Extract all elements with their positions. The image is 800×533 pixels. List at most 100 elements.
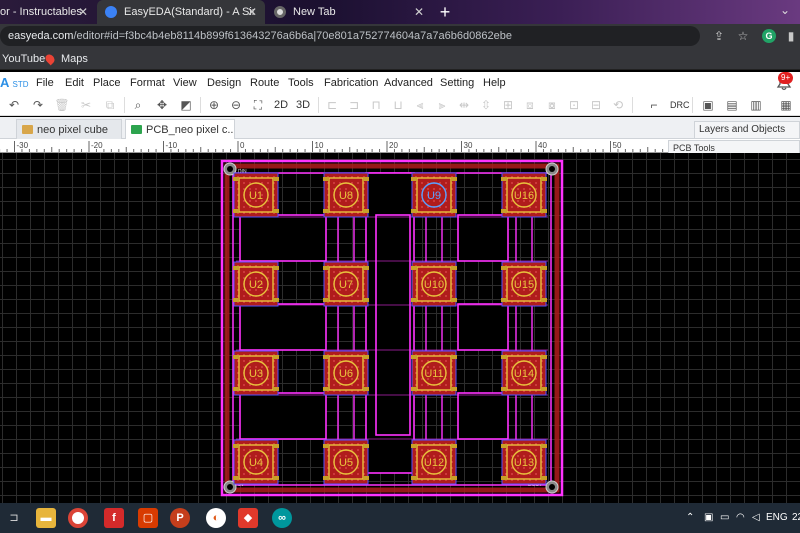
doc-tab-schematic[interactable]: neo pixel cube	[16, 119, 122, 139]
align-left-icon[interactable]: ⊏	[324, 97, 340, 113]
doc-tab-pcb[interactable]: PCB_neo pixel c...	[125, 119, 235, 139]
menu-tools[interactable]: Tools	[288, 72, 314, 94]
search-icon[interactable]: ⌕	[130, 97, 146, 113]
align-center-h-icon[interactable]: ⫷	[412, 97, 428, 113]
align-center-v-icon[interactable]: ⫸	[434, 97, 450, 113]
extensions-icon[interactable]: ▮	[784, 29, 798, 43]
bom-icon[interactable]: ▣	[700, 97, 716, 113]
task-view-icon[interactable]: ⊐	[4, 508, 24, 528]
component-u10[interactable]: U10	[411, 261, 457, 307]
menu-setting[interactable]: Setting	[440, 72, 474, 94]
chrome-icon[interactable]	[68, 508, 88, 528]
copper-dot	[445, 360, 447, 362]
menu-view[interactable]: View	[173, 72, 197, 94]
pcb-canvas[interactable]: DIN 5V DOUT U1 U8 U9 U16 U2 U7 U10 U15 U3 U6 U11 U14 U4…	[0, 153, 800, 503]
group-icon[interactable]: ⊡	[566, 97, 582, 113]
component-u2[interactable]: U2	[233, 261, 279, 307]
send-back-icon[interactable]: ⧇	[544, 97, 560, 113]
component-u16[interactable]: U16	[501, 172, 547, 218]
bring-front-icon[interactable]: ⧈	[522, 97, 538, 113]
redo-icon[interactable]: ↷	[30, 97, 46, 113]
distribute-v-icon[interactable]: ⇳	[478, 97, 494, 113]
component-u1[interactable]: U1	[233, 172, 279, 218]
component-u3[interactable]: U3	[233, 350, 279, 396]
copper-dot	[243, 206, 245, 208]
zoom-out-icon[interactable]: ⊖	[228, 97, 244, 113]
app-icon[interactable]: ◐	[206, 508, 226, 528]
fit-view-icon[interactable]: ⛶	[250, 97, 266, 113]
camera-icon[interactable]: ▣	[704, 512, 713, 524]
pcb-board[interactable]: DIN5V DOUTU1 U8 U9 U16U2 U7 U10 U15U3 U6 U11 U14U4…	[0, 153, 800, 503]
close-icon[interactable]: ✕	[78, 0, 88, 24]
menu-edit[interactable]: Edit	[65, 72, 84, 94]
browser-tab-instructables[interactable]: or - Instructables ✕	[0, 0, 96, 24]
rotate-icon[interactable]: ⟲	[610, 97, 626, 113]
bookmark-maps[interactable]: Maps	[43, 48, 88, 70]
align-grid-icon[interactable]: ⊞	[500, 97, 516, 113]
bookmark-youtube[interactable]: YouTube	[2, 48, 45, 70]
menu-route[interactable]: Route	[250, 72, 279, 94]
grammarly-extension-icon[interactable]: G	[762, 29, 776, 43]
clock[interactable]: 22	[792, 512, 800, 524]
volume-icon[interactable]: ◁	[752, 512, 760, 524]
menu-file[interactable]: File	[36, 72, 54, 94]
zoom-in-icon[interactable]: ⊕	[206, 97, 222, 113]
menu-design[interactable]: Design	[207, 72, 241, 94]
close-icon[interactable]: ✕	[414, 0, 424, 24]
component-u5[interactable]: U5	[323, 439, 369, 485]
fabrication-icon[interactable]: ▥	[748, 97, 764, 113]
browser-tab-new-tab[interactable]: New Tab ✕	[266, 0, 432, 24]
component-u11[interactable]: U11	[411, 350, 457, 396]
url-field[interactable]: easyeda.com/editor#id=f3bc4b4eb8114b899f…	[0, 26, 700, 46]
ungroup-icon[interactable]: ⊟	[588, 97, 604, 113]
powerpoint-icon[interactable]: P	[170, 508, 190, 528]
menu-format[interactable]: Format	[130, 72, 165, 94]
menu-fabrication[interactable]: Fabrication	[324, 72, 378, 94]
file-explorer-icon[interactable]: ▬	[36, 508, 56, 528]
component-u14[interactable]: U14	[501, 350, 547, 396]
component-u4[interactable]: U4	[233, 439, 279, 485]
delete-icon[interactable]: 🗑	[54, 97, 70, 113]
close-icon[interactable]: ✕	[247, 0, 257, 24]
battery-icon[interactable]: ▭	[720, 512, 729, 524]
component-u9[interactable]: U9	[411, 172, 457, 218]
menu-advanced[interactable]: Advanced	[384, 72, 433, 94]
menu-place[interactable]: Place	[93, 72, 121, 94]
undo-icon[interactable]: ↶	[6, 97, 22, 113]
align-right-icon[interactable]: ⊐	[346, 97, 362, 113]
pan-icon[interactable]: ✥	[154, 97, 170, 113]
component-u8[interactable]: U8	[323, 172, 369, 218]
component-u15[interactable]: U15	[501, 261, 547, 307]
view-3d-button[interactable]: 3D	[296, 97, 310, 113]
gerber-icon[interactable]: ▤	[724, 97, 740, 113]
copy-icon[interactable]: ⧉	[102, 97, 118, 113]
anydesk-icon[interactable]: ◆	[238, 508, 258, 528]
office-icon[interactable]: ▢	[138, 508, 158, 528]
browser-tab-easyeda[interactable]: EasyEDA(Standard) - A Simple an ✕	[97, 0, 265, 24]
component-u7[interactable]: U7	[323, 261, 369, 307]
menu-help[interactable]: Help	[483, 72, 506, 94]
ruler-label: 20	[389, 141, 398, 150]
arduino-icon[interactable]: ∞	[272, 508, 292, 528]
align-top-icon[interactable]: ⊓	[368, 97, 384, 113]
component-u13[interactable]: U13	[501, 439, 547, 485]
language-indicator[interactable]: ENG	[766, 512, 788, 524]
component-u12[interactable]: U12	[411, 439, 457, 485]
component-u6[interactable]: U6	[323, 350, 369, 396]
share-icon[interactable]: ⇪	[712, 29, 726, 43]
layer-icon[interactable]: ◩	[178, 97, 194, 113]
layers-objects-panel[interactable]: Layers and Objects	[694, 121, 800, 139]
view-2d-button[interactable]: 2D	[274, 97, 288, 113]
chevron-down-icon[interactable]: ⌄	[780, 3, 790, 17]
align-bottom-icon[interactable]: ⊔	[390, 97, 406, 113]
drc-button[interactable]: DRC	[670, 97, 690, 113]
route-icon[interactable]: ⌐	[646, 97, 662, 113]
cut-icon[interactable]: ✂	[78, 97, 94, 113]
image-export-icon[interactable]: ▦	[778, 97, 794, 113]
chevron-up-icon[interactable]: ⌃	[686, 512, 694, 524]
bookmark-star-icon[interactable]: ☆	[736, 29, 750, 43]
fritzing-icon[interactable]: f	[104, 508, 124, 528]
new-tab-button[interactable]: +	[435, 2, 455, 22]
distribute-h-icon[interactable]: ⇹	[456, 97, 472, 113]
wifi-icon[interactable]: ◠	[736, 512, 745, 524]
